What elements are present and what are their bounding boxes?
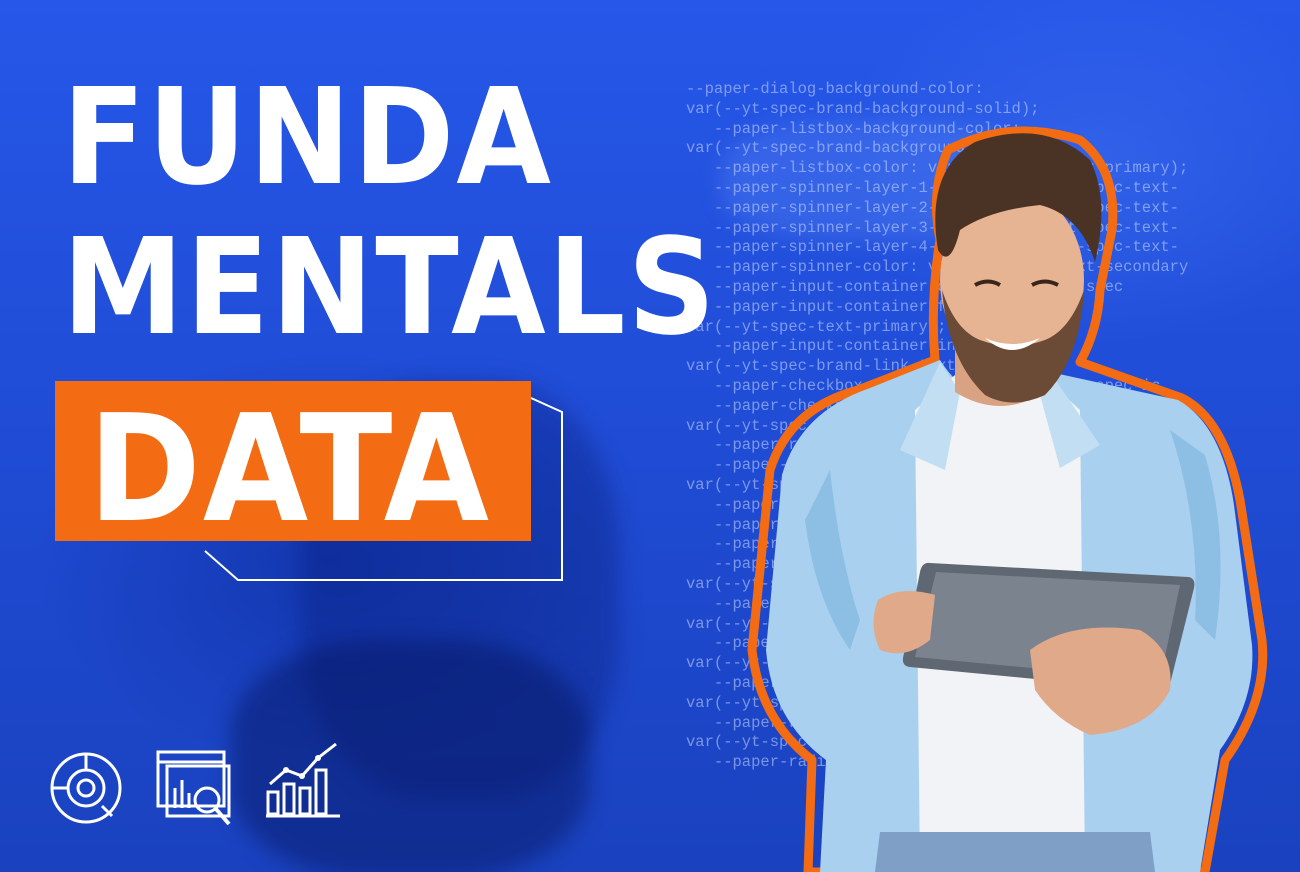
person-with-tablet-illustration	[747, 126, 1268, 872]
donut-chart-icon	[50, 752, 122, 824]
analytics-search-icon	[156, 750, 231, 826]
bar-line-chart-icon	[266, 742, 340, 818]
banner: --paper-dialog-background-color: var(--yt…	[0, 0, 1300, 872]
